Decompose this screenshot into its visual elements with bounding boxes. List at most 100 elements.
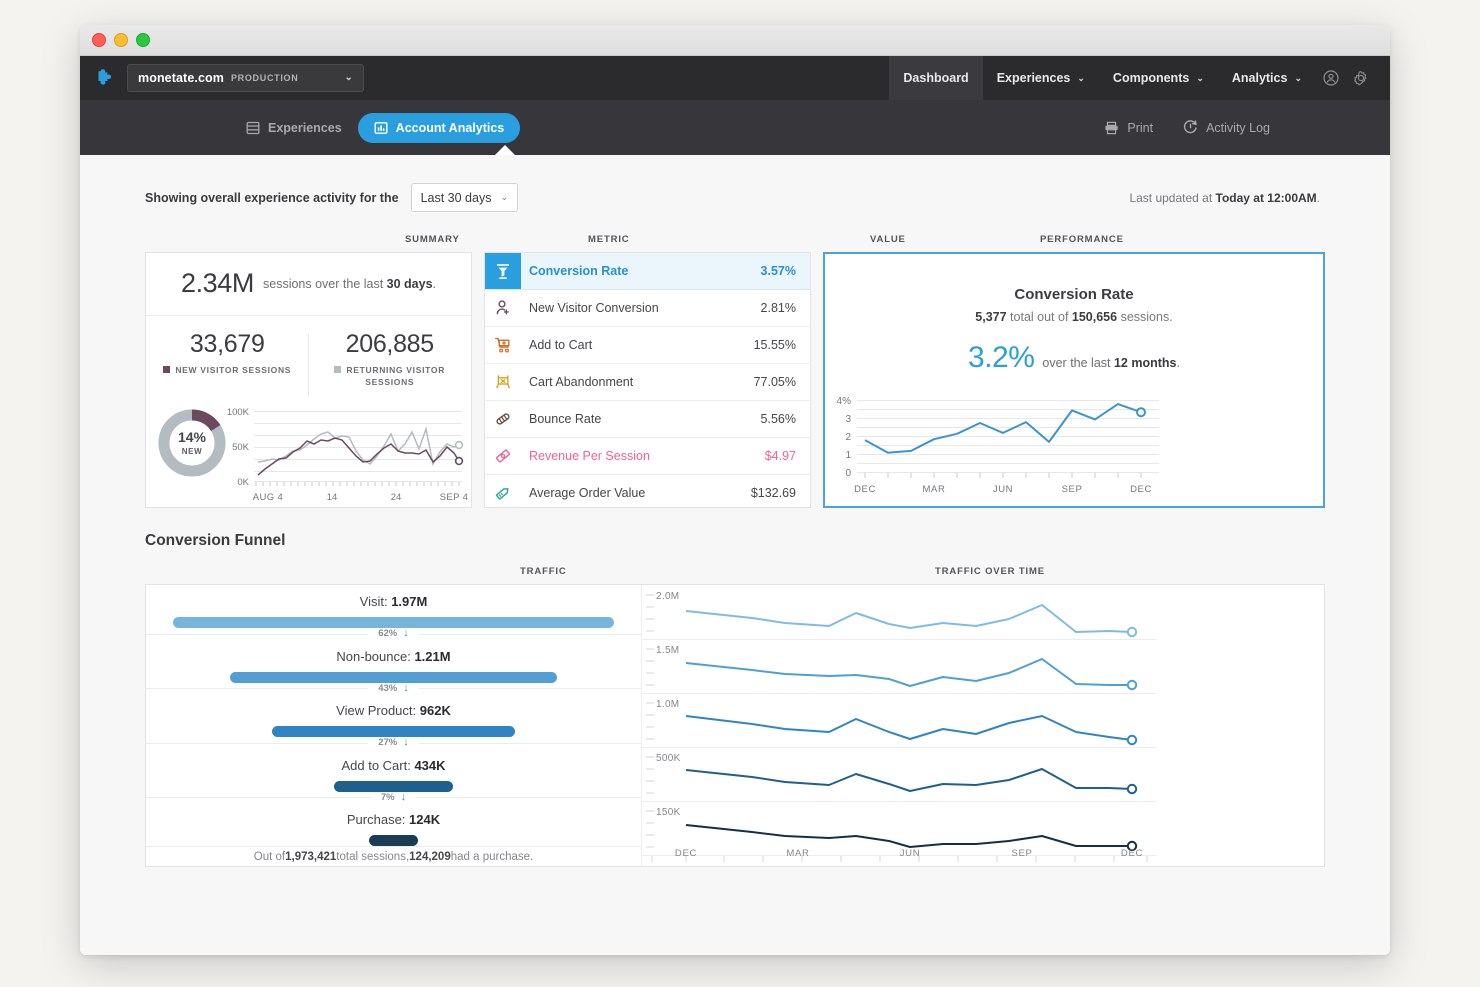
- user-circle-icon: [1323, 70, 1339, 86]
- funnel-drop-4: 7%↓: [146, 792, 641, 804]
- down-arrow-icon: ↓: [403, 683, 409, 694]
- metric-row-average-order-value[interactable]: Average Order Value $132.69: [485, 475, 810, 511]
- metric-row-revenue-per-session[interactable]: Revenue Per Session $4.97: [485, 438, 810, 475]
- stat-value: 206,885: [309, 330, 472, 359]
- svg-text:14%: 14%: [178, 429, 207, 445]
- performance-big-pre: over the last: [1042, 356, 1114, 370]
- svg-text:1.5M: 1.5M: [656, 645, 679, 656]
- down-arrow-icon: ↓: [403, 628, 409, 639]
- metric-row-conversion-rate[interactable]: Conversion Rate 3.57%: [485, 253, 810, 290]
- print-button[interactable]: Print: [1104, 121, 1153, 135]
- metric-value: 15.55%: [754, 338, 796, 352]
- svg-text:SEP: SEP: [1062, 484, 1083, 495]
- metrics-list: Conversion Rate 3.57% New Vis: [484, 252, 811, 508]
- performance-big-number: 3.2%: [968, 341, 1034, 374]
- funnel-step-add-to-cart[interactable]: Add to Cart: 434K: [146, 749, 641, 792]
- performance-big-text: over the last 12 months.: [1042, 356, 1180, 370]
- summary-sessions-post: .: [433, 277, 436, 291]
- nav-item-components[interactable]: Components ⌄: [1099, 56, 1218, 100]
- svg-text:150K: 150K: [656, 807, 681, 818]
- tab-account-analytics[interactable]: Account Analytics: [358, 113, 521, 143]
- funnel-drop-rate: 7%↓: [371, 792, 416, 803]
- summary-sessions-pre: sessions over the last: [263, 277, 387, 291]
- metric-value: $132.69: [751, 486, 796, 500]
- footer-total-sessions: 1,973,421: [285, 851, 336, 863]
- funnel-step-value: 1.97M: [391, 594, 427, 609]
- funnel-step-name: Add to Cart:: [341, 758, 414, 773]
- svg-text:JUN: JUN: [993, 484, 1013, 495]
- traffic-endpoint-visit: [1128, 628, 1136, 636]
- top-navigation-bar: monetate.com PRODUCTION ⌄ Dashboard Expe…: [80, 56, 1390, 100]
- traffic-endpoint-add-to-cart: [1128, 785, 1136, 793]
- account-selector[interactable]: monetate.com PRODUCTION ⌄: [127, 64, 364, 92]
- tab-label: Experiences: [268, 121, 342, 135]
- footer-pre: Out of: [254, 851, 285, 863]
- drop-pct: 43%: [378, 683, 397, 694]
- funnel-step-view-product[interactable]: View Product: 962K: [146, 694, 641, 737]
- performance-sub-post: sessions.: [1117, 310, 1173, 324]
- sub-navigation-bar: Experiences Account Analytics: [80, 100, 1390, 155]
- metric-value: 5.56%: [761, 412, 796, 426]
- metric-name: Cart Abandonment: [529, 375, 633, 389]
- performance-subtitle: 5,377 total out of 150,656 sessions.: [825, 310, 1323, 324]
- funnel-bar: [272, 726, 515, 737]
- metric-name: Bounce Rate: [529, 412, 601, 426]
- metric-row-cart-abandonment[interactable]: Cart Abandonment 77.05%: [485, 364, 810, 401]
- metric-row-new-visitor-conversion[interactable]: New Visitor Conversion 2.81%: [485, 290, 810, 327]
- date-range-value: Last 30 days: [421, 191, 492, 205]
- stat-returning-visitor-sessions: 206,885 RETURNING VISITOR SESSIONS: [309, 330, 472, 399]
- funnel-step-label: Visit: 1.97M: [146, 585, 641, 609]
- funnel-drop-1: 62%↓: [146, 628, 641, 640]
- column-header-value: VALUE: [870, 234, 906, 245]
- browser-window: monetate.com PRODUCTION ⌄ Dashboard Expe…: [80, 25, 1390, 955]
- page-root: monetate.com PRODUCTION ⌄ Dashboard Expe…: [0, 0, 1480, 987]
- activity-log-button[interactable]: Activity Log: [1183, 120, 1270, 135]
- svg-text:SEP: SEP: [1011, 848, 1032, 859]
- user-account-button[interactable]: [1316, 56, 1346, 100]
- settings-button[interactable]: [1346, 56, 1376, 100]
- funnel-step-value: 124K: [409, 812, 440, 827]
- summary-sparkline-chart: 14% NEW 100K 50K 0K: [146, 399, 469, 507]
- summary-sessions-range: 30 days: [387, 277, 433, 291]
- maximize-window-button[interactable]: [136, 33, 150, 47]
- minimize-window-button[interactable]: [114, 33, 128, 47]
- footer-post: had a purchase.: [451, 851, 533, 863]
- svg-text:24: 24: [391, 492, 402, 503]
- performance-endpoint-marker: [1137, 408, 1145, 416]
- performance-big-period: 12 months: [1114, 356, 1177, 370]
- last-updated-value: Today at 12:00AM: [1216, 191, 1317, 205]
- last-updated-suffix: .: [1317, 191, 1320, 205]
- nav-item-label: Experiences: [997, 71, 1071, 85]
- metric-name: Average Order Value: [529, 486, 645, 500]
- performance-title: Conversion Rate: [825, 286, 1323, 303]
- funnel-drop-rate: 62%↓: [368, 628, 419, 639]
- nav-item-dashboard[interactable]: Dashboard: [889, 56, 982, 100]
- funnel-step-visit[interactable]: Visit: 1.97M: [146, 585, 641, 628]
- funnel-step-purchase[interactable]: Purchase: 124K: [146, 803, 641, 846]
- summary-chart-area: 14% NEW 100K 50K 0K: [146, 399, 471, 507]
- funnel-column-headers: TRAFFIC TRAFFIC OVER TIME: [80, 566, 1390, 584]
- close-window-button[interactable]: [92, 33, 106, 47]
- tab-experiences[interactable]: Experiences: [230, 113, 358, 143]
- performance-total: 5,377: [975, 310, 1006, 324]
- funnel-step-label: Add to Cart: 434K: [146, 749, 641, 773]
- column-header-metric: METRIC: [588, 234, 630, 245]
- nav-item-analytics[interactable]: Analytics ⌄: [1218, 56, 1316, 100]
- performance-chart-area: 4% 3 2 1 0: [825, 388, 1323, 506]
- nav-item-experiences[interactable]: Experiences ⌄: [983, 56, 1099, 100]
- funnel-bar: [173, 617, 614, 628]
- footer-mid: total sessions,: [336, 851, 409, 863]
- cart-plus-icon: [485, 327, 521, 363]
- metric-row-add-to-cart[interactable]: Add to Cart 15.55%: [485, 327, 810, 364]
- traffic-over-time-x-labels: DEC MAR JUN SEP DEC: [642, 844, 1156, 866]
- metric-row-bounce-rate[interactable]: Bounce Rate 5.56%: [485, 401, 810, 438]
- funnel-bar: [369, 835, 419, 846]
- summary-panel: 2.34M sessions over the last 30 days. 33…: [145, 252, 472, 508]
- conversion-rate-line-chart: 4% 3 2 1 0: [825, 388, 1163, 506]
- down-arrow-icon: ↓: [403, 737, 409, 748]
- date-range-select[interactable]: Last 30 days ⌄: [411, 183, 518, 212]
- funnel-bar: [334, 781, 453, 792]
- svg-text:14: 14: [327, 492, 338, 503]
- funnel-step-name: Visit:: [360, 594, 392, 609]
- funnel-step-non-bounce[interactable]: Non-bounce: 1.21M: [146, 640, 641, 683]
